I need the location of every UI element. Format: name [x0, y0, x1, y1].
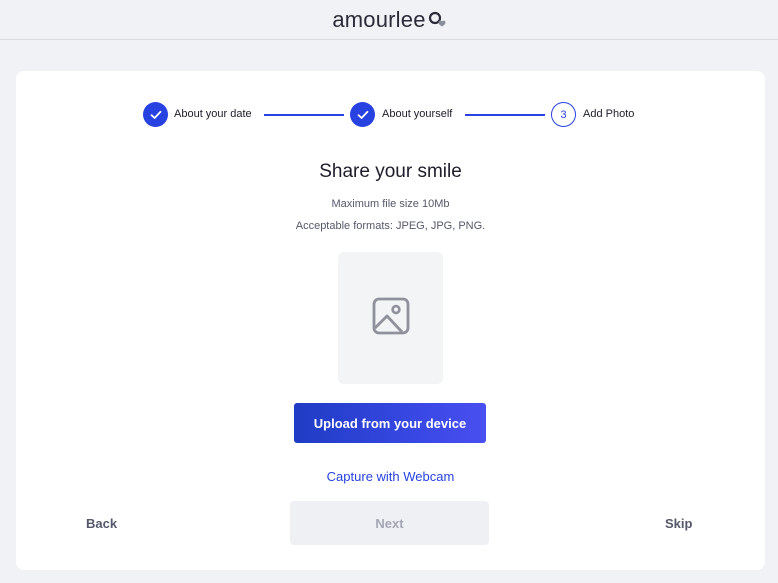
image-icon [372, 297, 410, 340]
upload-from-device-button[interactable]: Upload from your device [294, 403, 486, 443]
capture-webcam-link[interactable]: Capture with Webcam [16, 469, 765, 484]
page-title: Share your smile [319, 161, 462, 182]
progress-stepper: About your date About yourself 3 Add Pho… [16, 71, 765, 161]
photo-placeholder[interactable] [338, 252, 443, 384]
step-connector-1 [264, 114, 344, 116]
step-3-label: Add Photo [583, 108, 635, 120]
max-size-text: Maximum file size 10Mb [331, 198, 450, 210]
onboarding-card: About your date About yourself 3 Add Pho… [16, 71, 765, 570]
back-button[interactable]: Back [86, 516, 117, 531]
formats-text: Acceptable formats: JPEG, JPG, PNG. [295, 220, 486, 232]
step-2-label: About yourself [382, 108, 453, 120]
step-1-label: About your date [174, 108, 252, 120]
step-2-check-icon [350, 102, 375, 127]
skip-button[interactable]: Skip [665, 516, 692, 531]
step-3-number: 3 [551, 102, 576, 127]
next-button[interactable]: Next [290, 501, 489, 545]
brand-logo[interactable]: amourlee [332, 6, 446, 33]
heart-pin-icon [428, 9, 446, 31]
step-connector-2 [465, 114, 545, 116]
brand-name: amourlee [332, 6, 426, 32]
top-bar: amourlee [0, 0, 778, 40]
step-1-check-icon [143, 102, 168, 127]
